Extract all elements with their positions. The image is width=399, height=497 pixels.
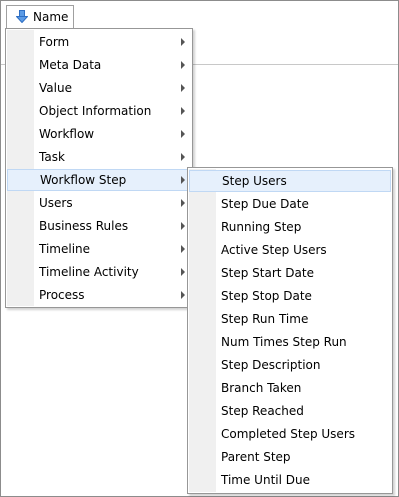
menu-item-users[interactable]: Users (7, 192, 191, 214)
menu-item-process[interactable]: Process (7, 284, 191, 306)
submenu-arrow-icon (181, 176, 185, 184)
name-column-label: Name (33, 10, 69, 24)
menu-item-step-reached[interactable]: Step Reached (189, 400, 391, 422)
menu-item-label: Branch Taken (221, 381, 302, 395)
menu-item-step-description[interactable]: Step Description (189, 354, 391, 376)
field-category-menu: Form Meta Data Value Object Information Work… (5, 28, 193, 308)
menu-item-parent-step[interactable]: Parent Step (189, 446, 391, 468)
submenu-arrow-icon (181, 291, 185, 299)
menu-item-label: Timeline (39, 242, 91, 256)
menu-item-label: Step Users (222, 174, 287, 188)
menu-item-label: Num Times Step Run (221, 335, 347, 349)
menu-item-label: Parent Step (221, 450, 291, 464)
menu-item-meta-data[interactable]: Meta Data (7, 54, 191, 76)
menu-item-business-rules[interactable]: Business Rules (7, 215, 191, 237)
menu-item-step-run-time[interactable]: Step Run Time (189, 308, 391, 330)
menu-item-label: Object Information (39, 104, 152, 118)
submenu-arrow-icon (181, 268, 185, 276)
submenu-arrow-icon (181, 222, 185, 230)
submenu-arrow-icon (181, 61, 185, 69)
submenu-arrow-icon (181, 84, 185, 92)
menu-item-label: Form (39, 35, 70, 49)
menu-item-label: Time Until Due (221, 473, 310, 487)
menu-item-timeline-activity[interactable]: Timeline Activity (7, 261, 191, 283)
menu-item-step-start-date[interactable]: Step Start Date (189, 262, 391, 284)
menu-item-step-stop-date[interactable]: Step Stop Date (189, 285, 391, 307)
menu-item-label: Step Run Time (221, 312, 309, 326)
menu-item-time-until-due[interactable]: Time Until Due (189, 469, 391, 491)
menu-item-form[interactable]: Form (7, 31, 191, 53)
menu-item-label: Step Description (221, 358, 321, 372)
menu-item-label: Step Reached (221, 404, 304, 418)
menu-item-label: Process (39, 288, 85, 302)
menu-item-label: Active Step Users (221, 243, 327, 257)
menu-item-task[interactable]: Task (7, 146, 191, 168)
menu-item-label: Timeline Activity (39, 265, 139, 279)
menu-item-completed-step-users[interactable]: Completed Step Users (189, 423, 391, 445)
menu-item-label: Step Due Date (221, 197, 309, 211)
name-column-header[interactable]: Name (6, 5, 74, 28)
menu-item-num-times-step-run[interactable]: Num Times Step Run (189, 331, 391, 353)
menu-item-step-due-date[interactable]: Step Due Date (189, 193, 391, 215)
submenu-arrow-icon (181, 199, 185, 207)
menu-item-label: Step Start Date (221, 266, 314, 280)
menu-item-label: Workflow (39, 127, 95, 141)
menu-item-label: Users (39, 196, 73, 210)
menu-item-timeline[interactable]: Timeline (7, 238, 191, 260)
menu-item-object-information[interactable]: Object Information (7, 100, 191, 122)
submenu-arrow-icon (181, 245, 185, 253)
submenu-arrow-icon (181, 153, 185, 161)
submenu-arrow-icon (181, 107, 185, 115)
menu-item-step-users[interactable]: Step Users (189, 170, 391, 192)
submenu-arrow-icon (181, 130, 185, 138)
submenu-arrow-icon (181, 38, 185, 46)
menu-item-workflow-step[interactable]: Workflow Step (7, 169, 191, 191)
menu-item-label: Business Rules (39, 219, 129, 233)
menu-item-label: Value (39, 81, 72, 95)
menu-item-label: Step Stop Date (221, 289, 312, 303)
menu-item-label: Running Step (221, 220, 302, 234)
menu-item-label: Workflow Step (40, 173, 127, 187)
menu-item-branch-taken[interactable]: Branch Taken (189, 377, 391, 399)
menu-item-label: Meta Data (39, 58, 102, 72)
workflow-step-submenu: Step Users Step Due Date Running Step Activ… (187, 167, 393, 494)
menu-item-label: Completed Step Users (221, 427, 356, 441)
down-arrow-icon (16, 10, 28, 23)
menu-item-value[interactable]: Value (7, 77, 191, 99)
menu-item-active-step-users[interactable]: Active Step Users (189, 239, 391, 261)
menu-item-label: Task (39, 150, 65, 164)
menu-item-running-step[interactable]: Running Step (189, 216, 391, 238)
menu-item-workflow[interactable]: Workflow (7, 123, 191, 145)
